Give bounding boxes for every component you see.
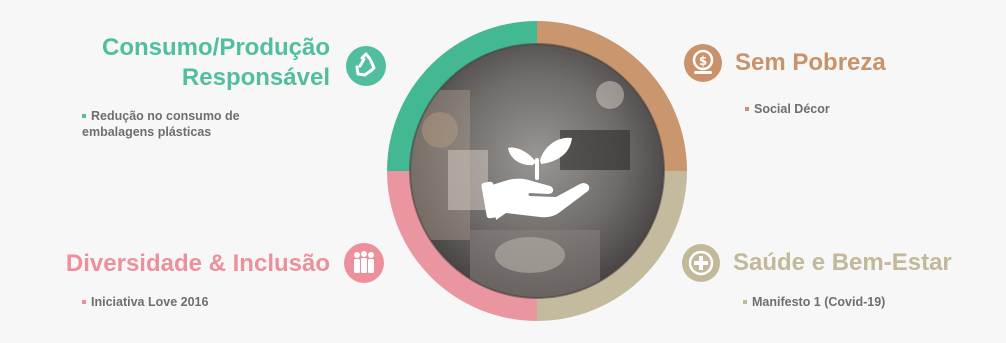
pobreza-item-text: Social Décor — [754, 102, 830, 116]
consumo-title-line1: Consumo/Produção — [101, 34, 330, 61]
pobreza-title: Sem Pobreza — [735, 49, 886, 76]
sdg-diagram: Consumo/Produção Responsável Redução no … — [0, 0, 1006, 343]
consumo-item-text: Redução no consumo de embalagens plástic… — [82, 109, 240, 139]
diversidade-title: Diversidade & Inclusão — [65, 250, 330, 277]
consumo-title-line2: Responsável — [181, 64, 330, 91]
health-plus-icon — [682, 244, 720, 282]
diversidade-item-text: Iniciativa Love 2016 — [91, 295, 209, 309]
saude-item-text: Manifesto 1 (Covid-19) — [752, 295, 886, 309]
pobreza-item: Social Décor — [745, 101, 945, 117]
saude-item: Manifesto 1 (Covid-19) — [743, 294, 963, 310]
bullet-dot — [743, 299, 747, 304]
saude-title: Saúde e Bem-Estar — [733, 249, 952, 276]
svg-text:$: $ — [699, 54, 707, 68]
coin-stack-icon: $ — [684, 44, 722, 82]
consumo-item: Redução no consumo de embalagens plástic… — [82, 108, 312, 140]
bullet-dot — [745, 106, 749, 111]
people-icon — [344, 243, 384, 283]
diversidade-item: Iniciativa Love 2016 — [82, 294, 312, 310]
recycle-icon — [346, 46, 386, 86]
bullet-dot — [82, 113, 86, 118]
bullet-dot — [82, 299, 86, 304]
